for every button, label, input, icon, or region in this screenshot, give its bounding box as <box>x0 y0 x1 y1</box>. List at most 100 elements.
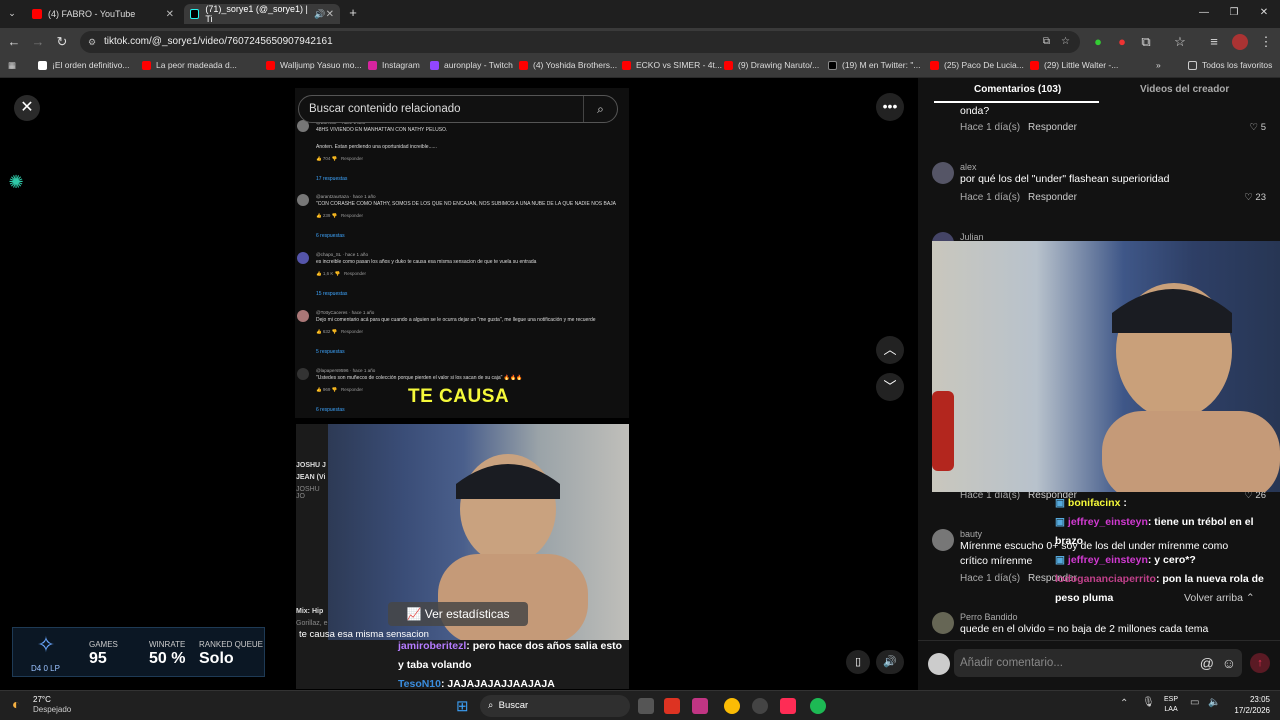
instagram-icon[interactable] <box>692 698 708 714</box>
tray-expand-icon[interactable]: ⌃ <box>1120 698 1128 709</box>
tiktok-icon[interactable] <box>780 698 796 714</box>
bookmark-item[interactable]: ECKO vs SIMER - 4t... <box>622 60 722 70</box>
windows-taskbar: ◐ 27°C Despejado ⊞ ⌕ Buscar ⌃ 🎙 ESP LAA ▭… <box>0 690 1280 720</box>
network-icon[interactable]: ▭ <box>1190 697 1199 708</box>
chart-icon: 📈 <box>406 607 422 621</box>
tab-indicator <box>934 101 1099 103</box>
tiktok-icon <box>190 9 200 19</box>
volume-icon[interactable]: 🔊 <box>876 650 904 674</box>
back-button[interactable]: ← <box>6 34 22 50</box>
avatar[interactable] <box>932 529 954 551</box>
emoji-icon[interactable]: ☺ <box>1222 649 1236 677</box>
task-view-icon[interactable] <box>638 698 654 714</box>
volume-tray-icon[interactable]: 🔈 <box>1208 697 1220 708</box>
audio-icon[interactable]: 🔊 <box>314 9 325 20</box>
app-icon[interactable] <box>664 698 680 714</box>
media-icon[interactable]: ≡ <box>1206 34 1222 50</box>
reply-button[interactable]: Responder <box>1028 192 1077 203</box>
install-app-icon[interactable]: ⧉ <box>1043 31 1050 53</box>
menu-icon[interactable]: ⋮ <box>1258 34 1274 50</box>
reload-button[interactable]: ↻ <box>54 34 70 50</box>
obs-icon[interactable] <box>752 698 768 714</box>
related-search-input[interactable]: Buscar contenido relacionado ⌕ <box>298 95 618 123</box>
chat-message: ▣ jeffrey_einsteyn: tiene un trébol en el… <box>1055 516 1254 547</box>
view-stats-button[interactable]: 📈 Ver estadísticas <box>388 602 528 626</box>
avatar <box>297 194 309 206</box>
avatar[interactable] <box>932 162 954 184</box>
close-video-button[interactable]: ✕ <box>14 95 40 121</box>
related-sidebar: JOSHU J JEAN (Vi JOSHU JO Mix: Hip Goril… <box>296 462 328 627</box>
search-icon[interactable]: ⌕ <box>583 96 617 122</box>
chrome-icon[interactable] <box>724 698 740 714</box>
restore-button[interactable]: ❐ <box>1226 5 1242 21</box>
comment-composer: Añadir comentario... @ ☺ ↑ <box>918 640 1280 690</box>
bookmark-item[interactable]: ¡El orden definitivo... <box>38 60 129 70</box>
new-tab-button[interactable]: + <box>345 5 361 21</box>
extensions-icon[interactable]: ⧉ <box>1138 34 1154 50</box>
microphone-icon[interactable]: 🎙 <box>1142 697 1155 708</box>
bookmark-item[interactable]: Walljump Yasuo mo... <box>266 60 362 70</box>
next-video-button[interactable]: ﹀ <box>876 373 904 401</box>
avatar <box>297 368 309 380</box>
clock[interactable]: 23:05 17/2/2026 <box>1232 694 1270 716</box>
stream-chat-overlay: jamiroberitezl: pero hace dos años salia… <box>398 637 629 690</box>
like-button[interactable]: ♡ 23 <box>1244 192 1266 203</box>
apps-icon[interactable]: ▦ <box>8 60 16 71</box>
minimize-button[interactable]: — <box>1196 5 1212 21</box>
rank-emblem-icon: ✧ <box>36 632 56 657</box>
more-options-icon[interactable]: ••• <box>876 93 904 121</box>
bookmark-item[interactable]: La peor madeada d... <box>142 60 237 70</box>
bookmark-item[interactable]: Instagram <box>368 60 420 70</box>
taskbar-search[interactable]: ⌕ Buscar <box>480 695 630 717</box>
forward-button[interactable]: → <box>30 34 46 50</box>
mention-icon[interactable]: @ <box>1200 649 1214 677</box>
more-bookmarks-icon[interactable]: » <box>1156 60 1161 70</box>
chat-message: jamiroberitezl: pero hace dos años salia… <box>398 640 623 671</box>
chat-message: ▣ jeffrey_einsteyn: y cero*? <box>1055 554 1196 566</box>
send-button[interactable]: ↑ <box>1250 653 1270 673</box>
avatar[interactable] <box>932 612 954 634</box>
bookmark-star-icon[interactable]: ☆ <box>1061 31 1070 53</box>
url-text: tiktok.com/@_sorye1/video/76072456509079… <box>104 36 333 47</box>
avatar <box>297 310 309 322</box>
comment-input[interactable]: Añadir comentario... @ ☺ <box>954 649 1242 677</box>
tab-creator-videos[interactable]: Videos del creador <box>1140 84 1229 95</box>
chat-message: ▣ bonifacinx : <box>1055 497 1127 509</box>
avatar <box>928 653 950 675</box>
windows-start-icon[interactable]: ⊞ <box>456 697 469 715</box>
url-bar[interactable]: ⚙ tiktok.com/@_sorye1/video/760724565090… <box>80 31 1080 53</box>
bookmarks-bar: ▦ ¡El orden definitivo... La peor madead… <box>0 56 1280 78</box>
reply-button[interactable]: Responder <box>1028 122 1077 133</box>
bookmark-folder[interactable]: Todos los favoritos <box>1188 60 1272 70</box>
tab-youtube[interactable]: (4) FABRO - YouTube ✕ <box>26 4 180 24</box>
bookmark-item[interactable]: (19) M en Twitter: "... <box>828 60 920 70</box>
bookmark-item[interactable]: (25) Paco De Lucia... <box>930 60 1024 70</box>
assistant-icon[interactable]: ✺ <box>6 172 26 192</box>
favorites-icon[interactable]: ☆ <box>1172 34 1188 50</box>
language-indicator[interactable]: ESP LAA <box>1164 695 1178 715</box>
bookmark-item[interactable]: (9) Drawing Naruto/... <box>724 60 819 70</box>
tab-label: (4) FABRO - YouTube <box>48 9 136 19</box>
close-tab-icon[interactable]: ✕ <box>166 9 174 20</box>
extension-icon[interactable]: ● <box>1090 34 1106 50</box>
back-to-top-button[interactable]: Volver arriba ⌃ <box>1184 592 1255 604</box>
site-info-icon[interactable]: ⚙ <box>88 31 96 53</box>
tab-search-icon[interactable]: ⌄ <box>4 5 20 21</box>
bookmark-item[interactable]: (4) Yoshida Brothers... <box>519 60 617 70</box>
weather-icon[interactable]: ◐ <box>12 696 20 712</box>
tab-tiktok[interactable]: (71)_sorye1 (@_sorye1) | Ti 🔊 ✕ <box>184 4 340 24</box>
bookmark-item[interactable]: auronplay - Twitch <box>430 60 513 70</box>
like-button[interactable]: ♡ 5 <box>1250 122 1266 133</box>
rank-stats-widget: ✧ D4 0 LP GAMES 95 WINRATE 50 % RANKED Q… <box>12 627 265 677</box>
browser-tab-bar: ⌄ (4) FABRO - YouTube ✕ (71)_sorye1 (@_s… <box>0 0 1280 28</box>
close-window-button[interactable]: ✕ <box>1256 5 1272 21</box>
close-tab-icon[interactable]: ✕ <box>326 9 334 20</box>
pip-icon[interactable]: ▯ <box>846 650 870 674</box>
profile-avatar[interactable] <box>1232 34 1248 50</box>
spotify-icon[interactable] <box>810 698 826 714</box>
video-caption-overlay: TE CAUSA <box>408 386 510 407</box>
extension-icon[interactable]: ● <box>1114 34 1130 50</box>
tab-comments[interactable]: Comentarios (103) <box>974 84 1061 95</box>
previous-video-button[interactable]: ︿ <box>876 336 904 364</box>
bookmark-item[interactable]: (29) Little Walter -... <box>1030 60 1118 70</box>
